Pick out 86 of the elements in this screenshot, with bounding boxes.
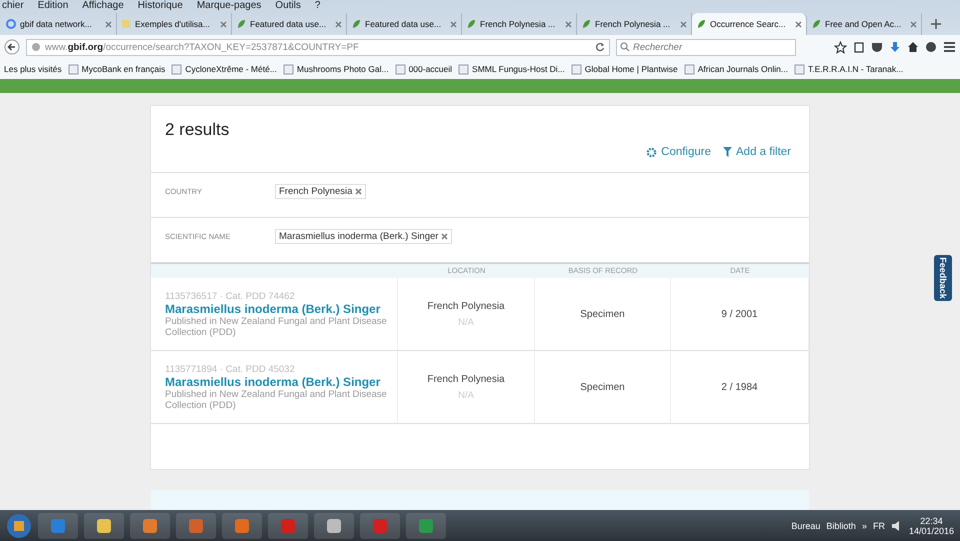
download-icon[interactable] bbox=[889, 41, 901, 53]
menu-icon[interactable] bbox=[943, 41, 956, 53]
toolbar-label[interactable]: » bbox=[862, 520, 867, 530]
close-icon[interactable] bbox=[680, 20, 687, 28]
bookmark-icon bbox=[570, 64, 582, 74]
basis-text: Specimen bbox=[580, 382, 625, 392]
location-text: French Polynesia bbox=[427, 374, 505, 384]
taskbar-app-icon[interactable] bbox=[406, 512, 446, 538]
menu-item[interactable]: Outils bbox=[275, 0, 301, 11]
configure-link[interactable]: Configure bbox=[646, 146, 712, 158]
date-text: 9 / 2001 bbox=[721, 308, 758, 320]
record-id: 1135771894 · Cat. PDD 45032 bbox=[165, 364, 296, 374]
browser-tab[interactable]: Occurrence Searc... bbox=[692, 13, 807, 35]
menu-item[interactable]: Affichage bbox=[82, 0, 124, 11]
bookmark-item[interactable]: CycloneXtrême - Mété... bbox=[171, 64, 277, 74]
close-icon[interactable] bbox=[565, 20, 572, 28]
taskbar-app-icon[interactable] bbox=[222, 512, 262, 538]
record-id: 1135736517 · Cat. PDD 74462 bbox=[165, 290, 296, 302]
bookmark-icon bbox=[68, 64, 79, 74]
close-icon[interactable] bbox=[335, 20, 342, 28]
results-title: 2 results bbox=[165, 120, 230, 140]
remove-icon[interactable] bbox=[441, 233, 448, 240]
leaf-icon bbox=[696, 19, 706, 29]
leaf-icon bbox=[581, 19, 591, 29]
bookmark-icon bbox=[282, 64, 294, 74]
bookmark-item[interactable]: SMML Fungus-Host Di... bbox=[458, 64, 565, 74]
leaf-icon bbox=[351, 19, 361, 29]
back-icon[interactable] bbox=[4, 39, 20, 55]
location-text: French Polynesia bbox=[427, 300, 505, 312]
add-filter-link[interactable]: Add a filter bbox=[723, 146, 791, 158]
star-icon[interactable] bbox=[834, 40, 847, 54]
bookmark-item[interactable]: MycoBank en français bbox=[68, 64, 166, 74]
bookmark-item[interactable]: African Journals Onlin... bbox=[684, 64, 788, 74]
start-button-icon[interactable] bbox=[6, 512, 32, 538]
close-icon[interactable] bbox=[795, 20, 802, 28]
leaf-icon bbox=[236, 19, 246, 29]
bookmark-icon bbox=[171, 64, 182, 74]
bookmark-item[interactable]: T.E.R.R.A.I.N - Taranak... bbox=[794, 64, 904, 74]
taskbar-app-icon[interactable] bbox=[314, 512, 354, 538]
document-icon bbox=[121, 19, 131, 29]
bookmark-icon bbox=[458, 64, 470, 74]
bookmark-item[interactable]: Mushrooms Photo Gal... bbox=[282, 64, 389, 74]
publisher-text: Published in New Zealand Fungal and Plant Disease Collection (PDD) bbox=[165, 388, 387, 410]
species-link[interactable]: Marasmiellus inoderma (Berk.) Singer bbox=[165, 302, 387, 316]
menu-item[interactable]: Edition bbox=[38, 0, 68, 11]
close-icon[interactable] bbox=[105, 20, 112, 28]
bookmark-icon bbox=[684, 64, 695, 74]
bookmark-item[interactable]: Global Home | Plantwise bbox=[570, 64, 678, 74]
close-icon[interactable] bbox=[220, 20, 227, 28]
publisher-text: Published in New Zealand Fungal and Plant Disease Collection (PDD) bbox=[165, 316, 387, 338]
menu-item[interactable]: chier bbox=[2, 0, 24, 11]
bookmark-icon bbox=[794, 64, 805, 74]
feedback-tab[interactable]: Feedback bbox=[934, 255, 952, 301]
menu-item[interactable]: Marque-pages bbox=[196, 0, 262, 11]
taskbar-app-icon[interactable] bbox=[84, 512, 124, 538]
toolbar-label[interactable]: Bureau bbox=[791, 520, 820, 530]
species-link[interactable]: Marasmiellus inoderma (Berk.) Singer bbox=[165, 374, 387, 388]
filter-icon bbox=[723, 147, 732, 157]
taskbar-app-icon[interactable] bbox=[130, 512, 170, 538]
menu-item[interactable]: ? bbox=[314, 0, 320, 11]
reload-icon[interactable] bbox=[595, 42, 605, 52]
bookmark-icon bbox=[394, 64, 406, 74]
search-field[interactable]: Rechercher bbox=[616, 38, 796, 56]
leaf-icon bbox=[811, 19, 821, 29]
leaf-icon bbox=[466, 19, 476, 29]
filter-chip[interactable]: French Polynesia bbox=[275, 184, 366, 199]
close-icon[interactable] bbox=[910, 20, 917, 28]
bookmark-item[interactable]: Les plus visités bbox=[4, 64, 62, 74]
language-indicator[interactable]: FR bbox=[872, 520, 885, 530]
new-tab-icon[interactable] bbox=[930, 18, 942, 30]
toolbar-label[interactable]: Biblioth bbox=[826, 520, 856, 530]
bookmark-item[interactable]: 000-accueil bbox=[394, 64, 452, 74]
clock-date: 14/01/2016 bbox=[908, 526, 954, 536]
basis-text: Specimen bbox=[580, 308, 625, 320]
remove-icon[interactable] bbox=[355, 188, 362, 195]
clock-time: 22:34 bbox=[920, 516, 943, 526]
filter-chip[interactable]: Marasmiellus inoderma (Berk.) Singer bbox=[275, 229, 452, 244]
date-text: 2 / 1984 bbox=[721, 382, 758, 392]
close-icon[interactable] bbox=[450, 20, 457, 28]
url-text: www.gbif.org/occurrence/search?TAXON_KEY=2537871&COUNTRY=PF bbox=[45, 42, 360, 52]
gear-icon bbox=[646, 146, 658, 158]
address-bar[interactable]: www.gbif.org/occurrence/search?TAXON_KEY=2537871&COUNTRY=PF bbox=[26, 38, 610, 56]
menu-item[interactable]: Historique bbox=[138, 0, 183, 11]
taskbar-app-icon[interactable] bbox=[38, 512, 78, 538]
home-icon[interactable] bbox=[907, 41, 919, 53]
taskbar-app-icon[interactable] bbox=[176, 512, 216, 538]
